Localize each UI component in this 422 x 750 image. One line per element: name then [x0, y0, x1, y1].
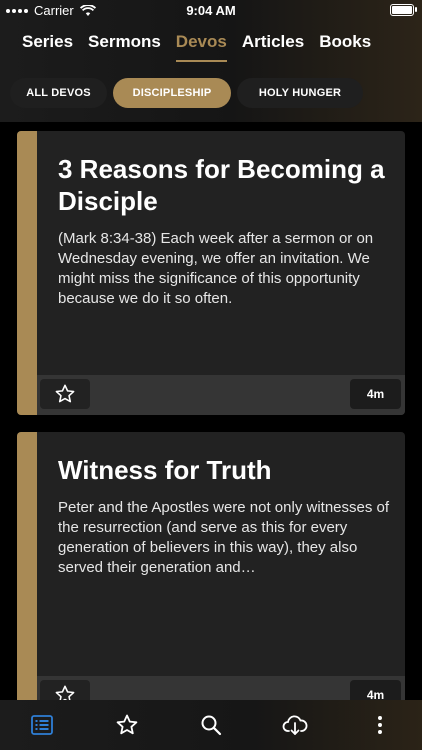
content-type-tabs: Series Sermons Devos Articles Books [22, 32, 386, 62]
card-content: Witness for Truth Peter and the Apostles… [58, 454, 393, 578]
favorite-button[interactable] [40, 379, 90, 409]
cloud-download-icon [282, 715, 308, 735]
card-accent-bar [17, 131, 37, 415]
search-icon [201, 715, 222, 736]
tab-list[interactable] [17, 703, 67, 747]
tab-sermons[interactable]: Sermons [88, 32, 161, 62]
devo-card[interactable]: Witness for Truth Peter and the Apostles… [17, 432, 405, 716]
star-icon [55, 384, 75, 403]
tab-more[interactable] [355, 703, 405, 747]
star-icon [116, 714, 137, 735]
list-icon [31, 715, 54, 735]
card-footer: 4m [37, 375, 405, 415]
bottom-tab-bar [0, 700, 422, 750]
battery-cap [415, 7, 417, 12]
tab-search[interactable] [186, 703, 236, 747]
card-content: 3 Reasons for Becoming a Disciple (Mark … [58, 153, 393, 309]
tab-series[interactable]: Series [22, 32, 73, 62]
status-time: 9:04 AM [186, 3, 236, 18]
tab-downloads[interactable] [270, 703, 320, 747]
card-title[interactable]: Witness for Truth [58, 454, 393, 486]
tab-favorites[interactable] [102, 703, 152, 747]
more-vertical-icon [377, 716, 382, 734]
card-title[interactable]: 3 Reasons for Becoming a Disciple [58, 153, 393, 217]
devo-card[interactable]: 3 Reasons for Becoming a Disciple (Mark … [17, 131, 405, 415]
tab-devos[interactable]: Devos [175, 32, 227, 62]
chip-all-devos[interactable]: ALL DEVOS [10, 78, 107, 108]
card-accent-bar [17, 432, 37, 716]
status-bar: Carrier 9:04 AM [0, 0, 422, 22]
battery-icon [390, 4, 414, 16]
duration-badge: 4m [350, 379, 401, 409]
card-excerpt: (Mark 8:34-38) Each week after a sermon … [58, 230, 374, 307]
filter-chips: ALL DEVOS DISCIPLESHIP HOLY HUNGER [10, 78, 363, 108]
card-excerpt: Peter and the Apostles were not only wit… [58, 499, 390, 576]
tab-books[interactable]: Books [319, 32, 371, 62]
tab-articles[interactable]: Articles [242, 32, 304, 62]
chip-holy-hunger[interactable]: HOLY HUNGER [237, 78, 363, 108]
chip-discipleship[interactable]: DISCIPLESHIP [113, 78, 231, 108]
